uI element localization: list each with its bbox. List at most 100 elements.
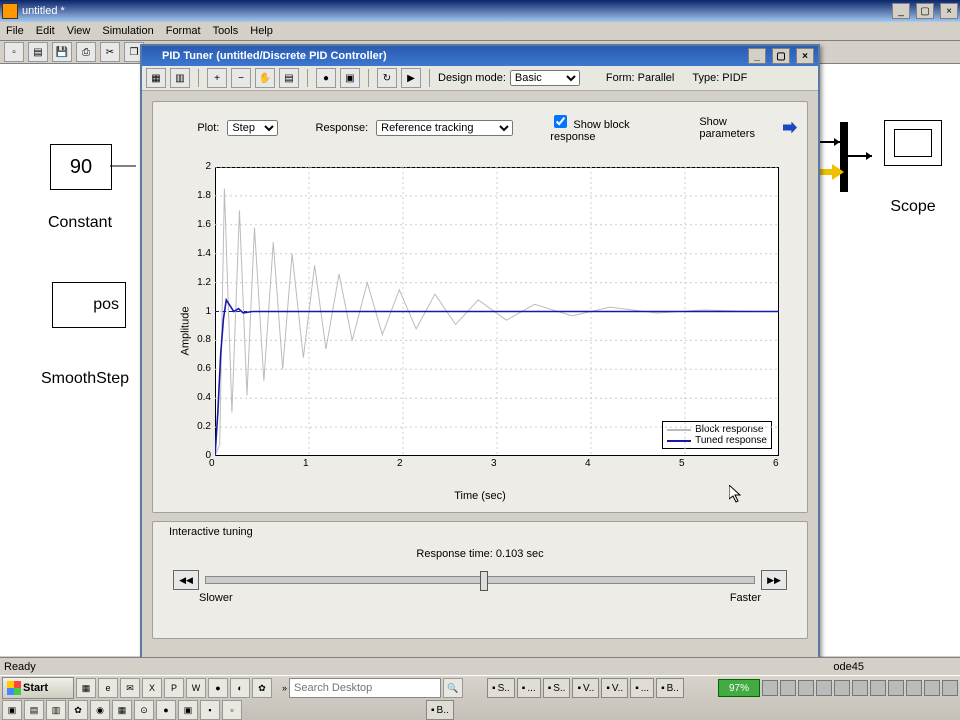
quicklaunch-mail-icon[interactable]: ✉ [120,678,140,698]
tool-layout-icon[interactable]: ▦ [146,68,166,88]
taskbar-item[interactable]: ▪S.. [543,678,571,698]
chart-area: Amplitude Time (sec) Block response Tune… [163,159,797,502]
pid-close-button[interactable]: × [796,48,814,64]
smoothstep-block[interactable]: pos [52,282,126,328]
show-parameters-link[interactable]: Show parameters [699,116,775,140]
chart-plot[interactable]: Block response Tuned response [215,167,779,456]
tray-icon[interactable] [906,680,922,696]
constant-block[interactable]: 90 [50,144,112,190]
quicklaunch2-icon[interactable]: ▥ [46,700,66,720]
quicklaunch2-icon[interactable]: ⊙ [134,700,154,720]
tray-icon[interactable] [834,680,850,696]
y-tick: 1 [189,306,211,317]
quicklaunch-word-icon[interactable]: W [186,678,206,698]
tool-export-icon[interactable]: ▥ [170,68,190,88]
quicklaunch2-icon[interactable]: ✿ [68,700,88,720]
menu-file[interactable]: File [6,25,24,37]
quicklaunch2-icon[interactable]: ● [156,700,176,720]
scope-label: Scope [878,198,948,216]
menubar: File Edit View Simulation Format Tools H… [0,22,960,41]
start-button[interactable]: Start [2,677,74,699]
plot-select[interactable]: Step [227,120,278,136]
x-tick: 3 [491,458,497,469]
tool-update-icon[interactable]: ▣ [340,68,360,88]
show-parameters-arrow-icon[interactable] [783,122,797,134]
quicklaunch-icon[interactable]: ▦ [76,678,96,698]
quicklaunch-ie-icon[interactable]: e [98,678,118,698]
slider-faster-button[interactable]: ▶▶ [761,570,787,590]
maximize-button[interactable]: ▢ [916,3,934,19]
y-tick: 1.2 [189,277,211,288]
quicklaunch2-icon[interactable]: ▣ [178,700,198,720]
design-mode-select[interactable]: Basic [510,70,580,86]
tray-icon[interactable] [816,680,832,696]
quicklaunch2-icon[interactable]: ▦ [112,700,132,720]
tool-zoomout-icon[interactable]: − [231,68,251,88]
taskbar-item[interactable]: ▪V.. [572,678,599,698]
quicklaunch2-icon[interactable]: ▣ [2,700,22,720]
x-tick: 1 [303,458,309,469]
close-button[interactable]: × [940,3,958,19]
tray-icon[interactable] [798,680,814,696]
tray-icon[interactable] [942,680,958,696]
taskbar-item[interactable]: ▪B.. [656,678,684,698]
tray-icon[interactable] [852,680,868,696]
scope-block[interactable] [884,120,942,166]
tray-icon[interactable] [870,680,886,696]
menu-view[interactable]: View [67,25,91,37]
quicklaunch-excel-icon[interactable]: X [142,678,162,698]
tray-icon[interactable] [780,680,796,696]
taskbar-item[interactable]: ▪... [630,678,654,698]
response-select[interactable]: Reference tracking [376,120,513,136]
pid-tuner-window[interactable]: PID Tuner (untitled/Discrete PID Control… [140,44,820,660]
quicklaunch-misc3-icon[interactable]: ✿ [252,678,272,698]
quicklaunch2-icon[interactable]: ▫ [222,700,242,720]
search-input[interactable] [289,678,441,698]
menu-tools[interactable]: Tools [213,25,239,37]
quicklaunch2-icon[interactable]: ▪ [200,700,220,720]
tray-icon[interactable] [924,680,940,696]
taskbar-item-b[interactable]: ▪B.. [426,700,454,720]
taskbar-item[interactable]: ▪S.. [487,678,515,698]
search-go-icon[interactable]: 🔍 [443,678,463,698]
quicklaunch2-icon[interactable]: ◉ [90,700,110,720]
chart-legend: Block response Tuned response [662,421,772,449]
plot-label: Plot: [197,122,219,134]
pid-maximize-button[interactable]: ▢ [772,48,790,64]
save-icon[interactable]: 💾 [52,42,72,62]
print-icon[interactable]: ⎙ [76,42,96,62]
quicklaunch-ppt-icon[interactable]: P [164,678,184,698]
y-tick: 2 [189,161,211,172]
tuning-panel: Interactive tuning Response time: 0.103 … [152,521,808,639]
minimize-button[interactable]: _ [892,3,910,19]
taskbar-item[interactable]: ▪... [517,678,541,698]
y-tick: 1.6 [189,219,211,230]
show-block-checkbox[interactable]: Show block response [550,112,662,143]
slider-slower-button[interactable]: ◀◀ [173,570,199,590]
tool-grid-icon[interactable]: ▤ [279,68,299,88]
response-time-slider[interactable] [205,576,755,584]
open-icon[interactable]: ▤ [28,42,48,62]
pid-minimize-button[interactable]: _ [748,48,766,64]
quicklaunch-misc2-icon[interactable]: ◐ [230,678,250,698]
quicklaunch-misc1-icon[interactable]: ● [208,678,228,698]
menu-edit[interactable]: Edit [36,25,55,37]
tool-refresh-icon[interactable]: ↻ [377,68,397,88]
status-ready: Ready [4,661,36,673]
statusbar: Ready ode45 [0,657,960,676]
menu-simulation[interactable]: Simulation [102,25,153,37]
menu-help[interactable]: Help [250,25,273,37]
tool-play-icon[interactable]: ▶ [401,68,421,88]
tool-pan-icon[interactable]: ✋ [255,68,275,88]
cut-icon[interactable]: ✂ [100,42,120,62]
new-icon[interactable]: ▫ [4,42,24,62]
pid-titlebar[interactable]: PID Tuner (untitled/Discrete PID Control… [142,46,818,66]
tool-zoomin-icon[interactable]: + [207,68,227,88]
tray-icon[interactable] [762,680,778,696]
quicklaunch2-icon[interactable]: ▤ [24,700,44,720]
slider-thumb[interactable] [480,571,488,591]
taskbar-item[interactable]: ▪V.. [601,678,628,698]
menu-format[interactable]: Format [166,25,201,37]
tool-reset-icon[interactable]: ● [316,68,336,88]
tray-icon[interactable] [888,680,904,696]
